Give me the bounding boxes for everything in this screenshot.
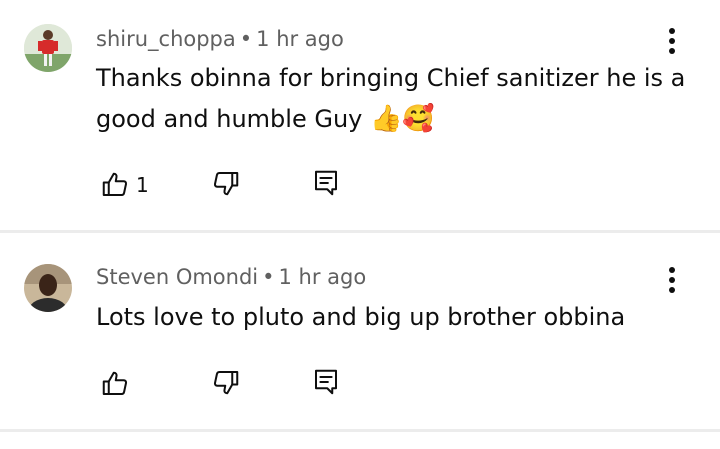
reply-icon[interactable] (311, 367, 341, 397)
avatar-image (24, 264, 72, 312)
comment-time: 1 hr ago (278, 265, 367, 289)
thumb-down-icon[interactable] (211, 367, 241, 397)
comment-item: Steven Omondi • 1 hr ago Lots love to plut… (0, 0, 720, 429)
more-vert-icon[interactable] (660, 265, 684, 295)
comment-author[interactable]: Steven Omondi (96, 265, 258, 289)
comment-text: Lots love to pluto and big up brother ob… (96, 303, 626, 331)
comment-meta: Steven Omondi • 1 hr ago (96, 265, 366, 289)
divider (0, 429, 720, 432)
meta-separator: • (262, 265, 275, 289)
avatar[interactable] (24, 264, 72, 312)
thumb-up-icon[interactable] (100, 369, 130, 399)
